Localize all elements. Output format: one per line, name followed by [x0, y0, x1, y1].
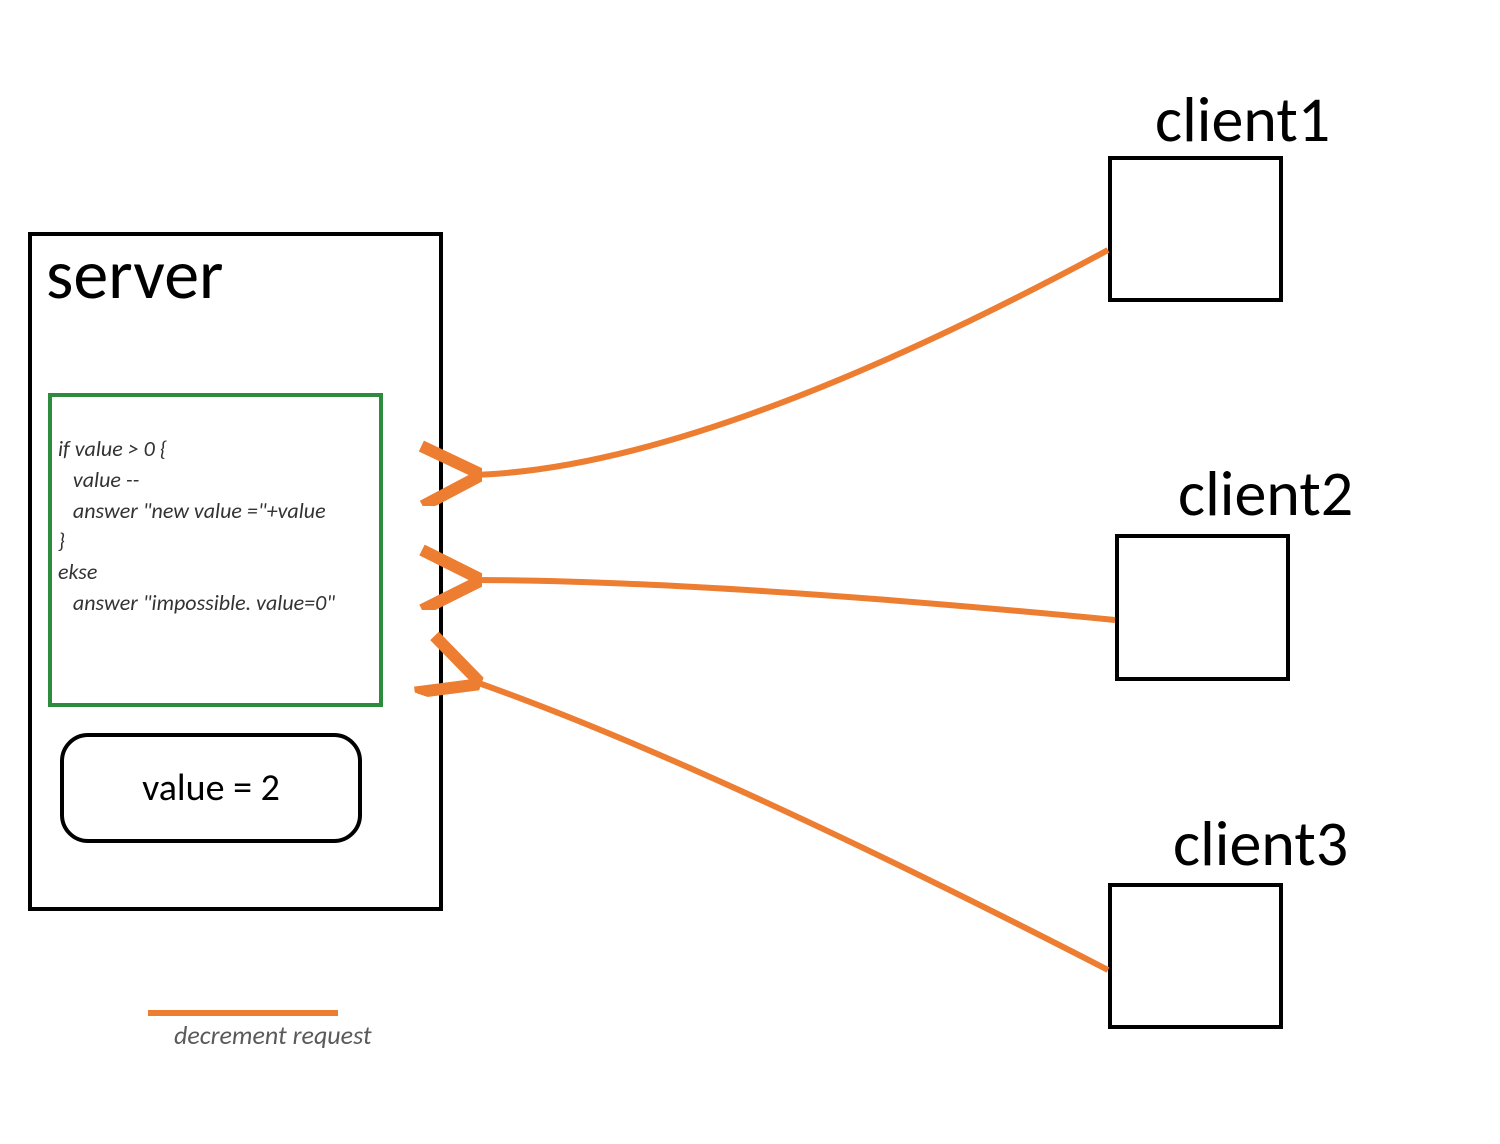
server-value-box: value = 2: [60, 733, 362, 843]
server-label: server: [46, 231, 223, 317]
client1-label: client1: [1155, 81, 1330, 159]
client2-label: client2: [1178, 455, 1353, 533]
arrow-client3: [470, 680, 1108, 970]
legend-text: decrement request: [170, 1019, 376, 1051]
legend-line: [148, 1010, 338, 1016]
client2-box: [1115, 534, 1290, 681]
server-value-text: value = 2: [142, 765, 280, 811]
client3-label: client3: [1173, 805, 1348, 883]
arrow-client1: [470, 250, 1108, 475]
arrow-client2: [470, 580, 1115, 620]
client1-box: [1108, 156, 1283, 302]
client3-box: [1108, 883, 1283, 1029]
server-code: if value > 0 { value -- answer "new valu…: [58, 434, 335, 619]
